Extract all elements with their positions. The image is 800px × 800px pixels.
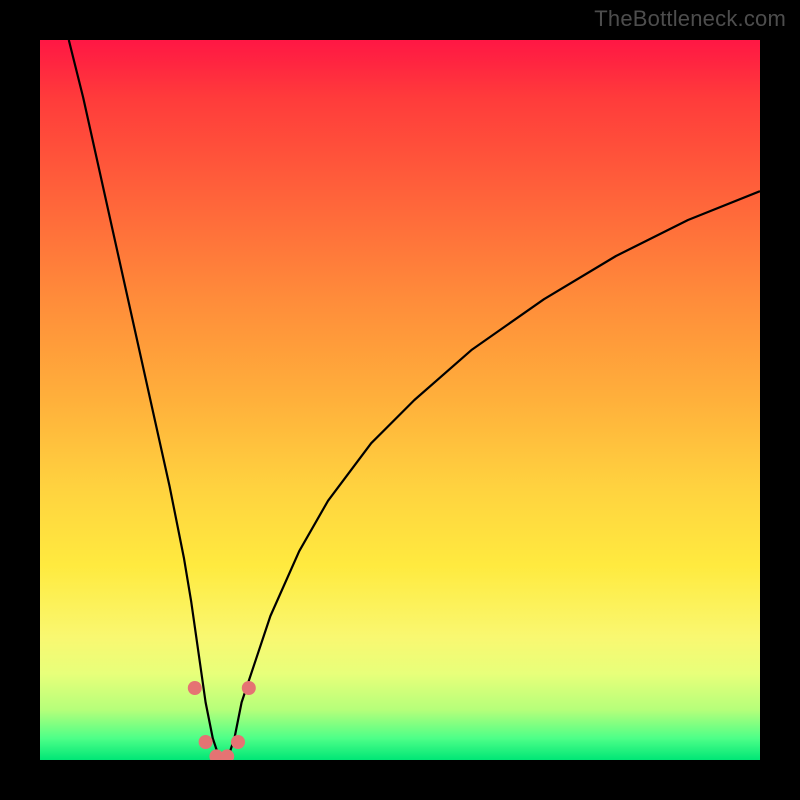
curve-marker xyxy=(242,681,256,695)
curve-marker xyxy=(199,735,213,749)
bottleneck-curve xyxy=(40,40,760,760)
plot-area xyxy=(40,40,760,760)
curve-marker xyxy=(220,749,234,760)
curve-marker xyxy=(231,735,245,749)
curve-marker xyxy=(188,681,202,695)
chart-frame: TheBottleneck.com xyxy=(0,0,800,800)
watermark-text: TheBottleneck.com xyxy=(594,6,786,32)
curve-path xyxy=(69,40,760,760)
curve-markers xyxy=(188,681,256,760)
